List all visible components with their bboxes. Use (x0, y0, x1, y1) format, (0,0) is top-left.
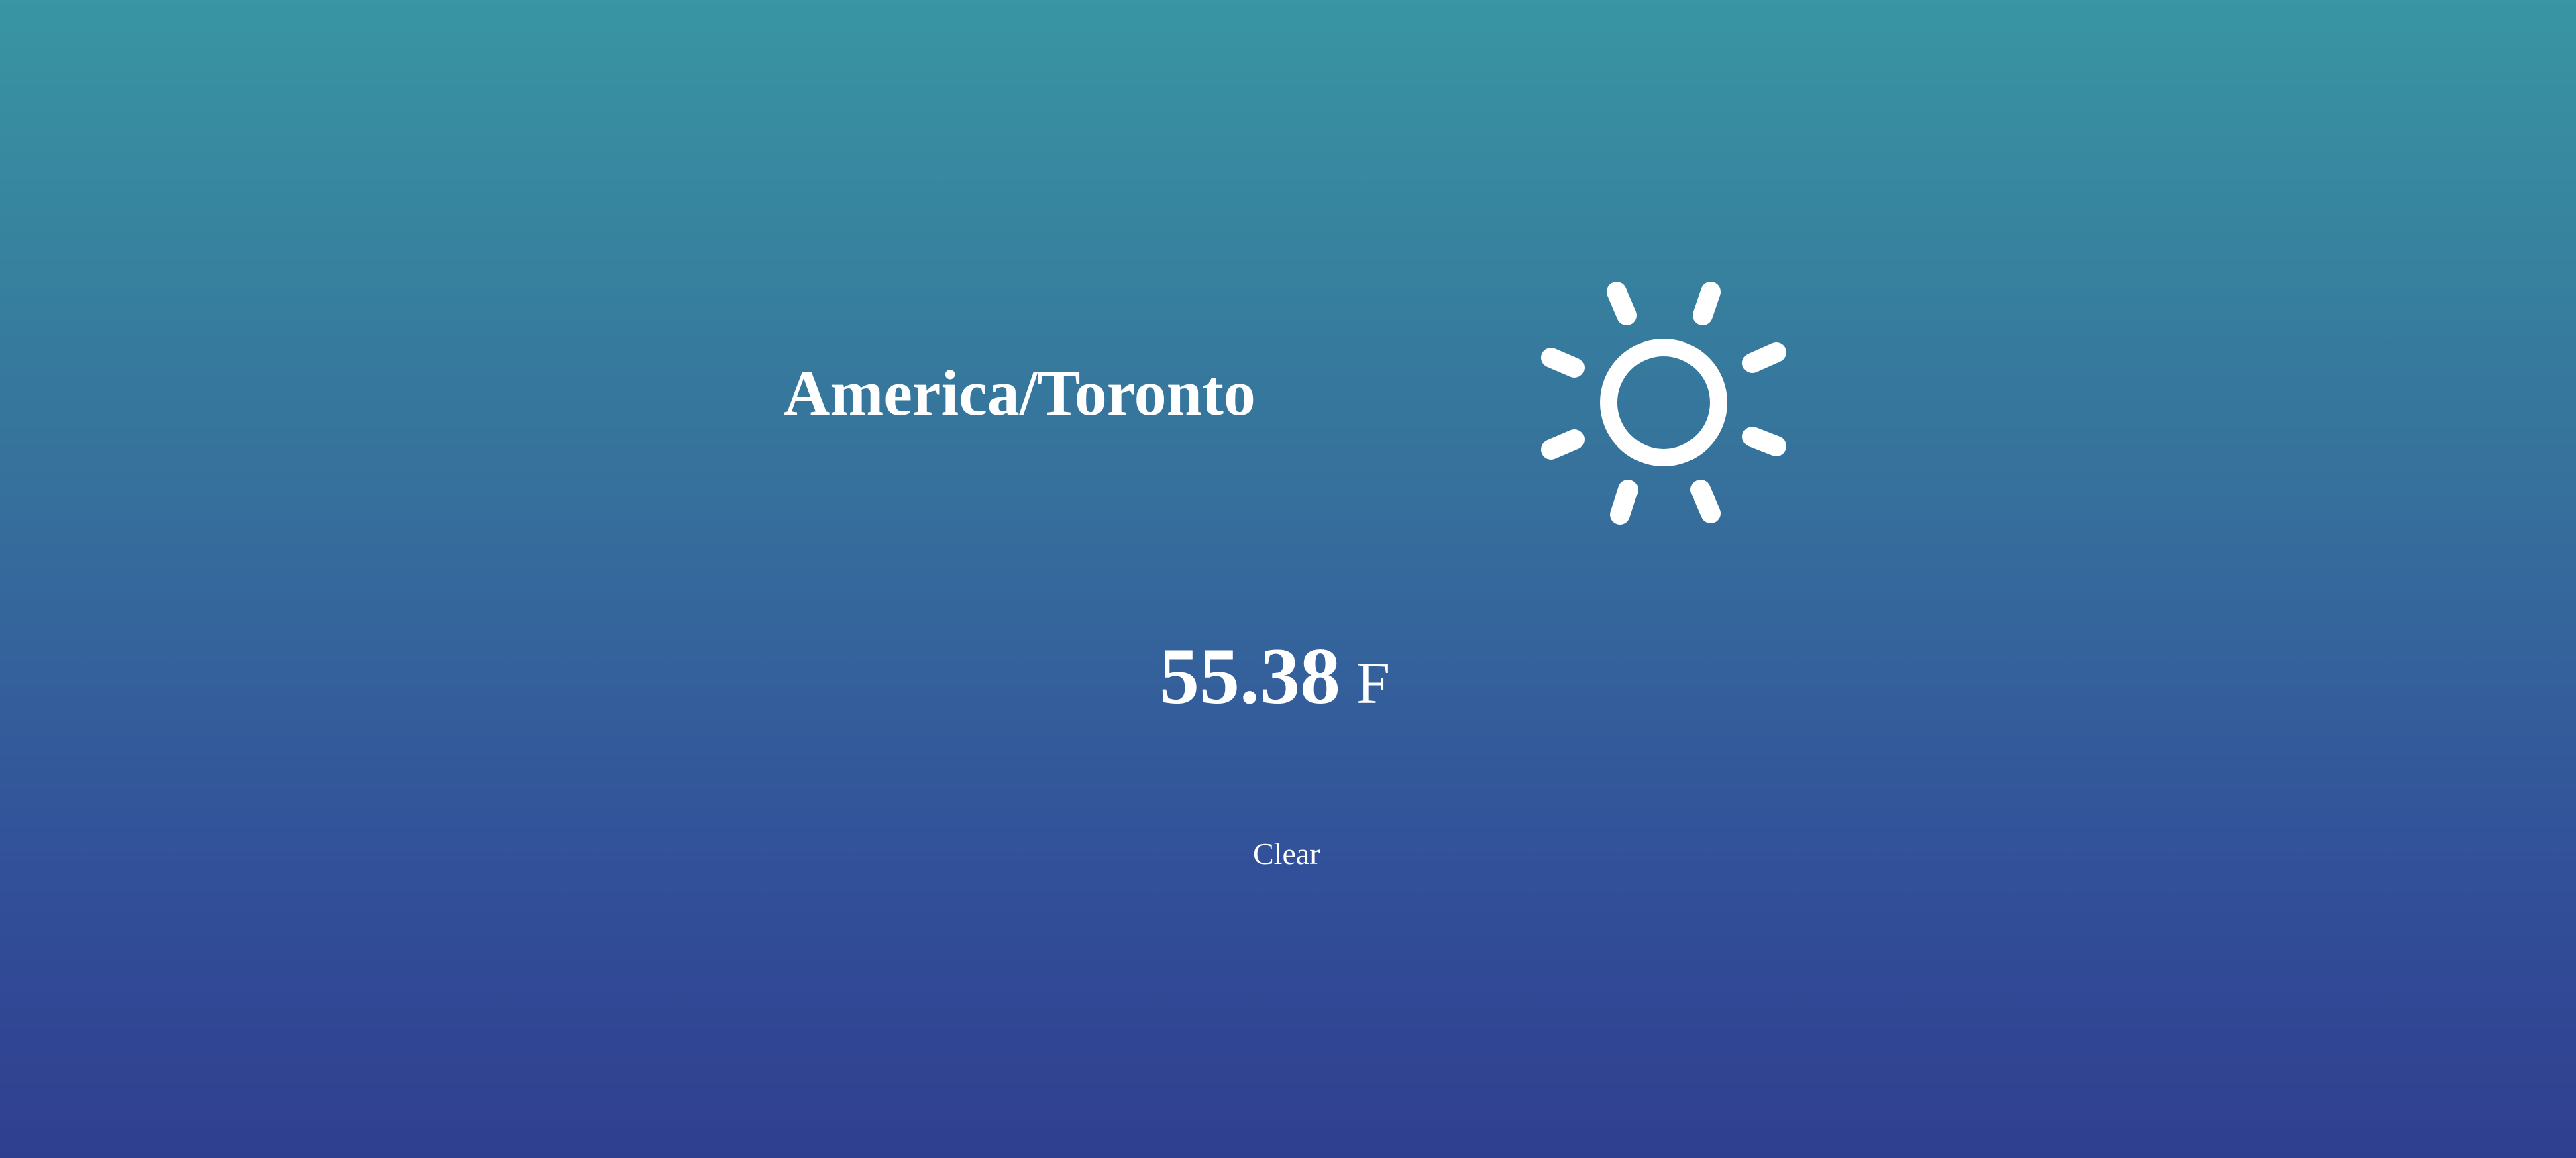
temperature-value: 55.38 (1159, 631, 1340, 721)
temperature-display: 55.38 F (1159, 636, 1390, 717)
sun-icon (1536, 278, 1791, 527)
weather-summary: Clear (1253, 837, 1320, 871)
temperature-unit-toggle[interactable]: F (1356, 650, 1390, 717)
location-timezone: America/Toronto (784, 357, 1256, 429)
